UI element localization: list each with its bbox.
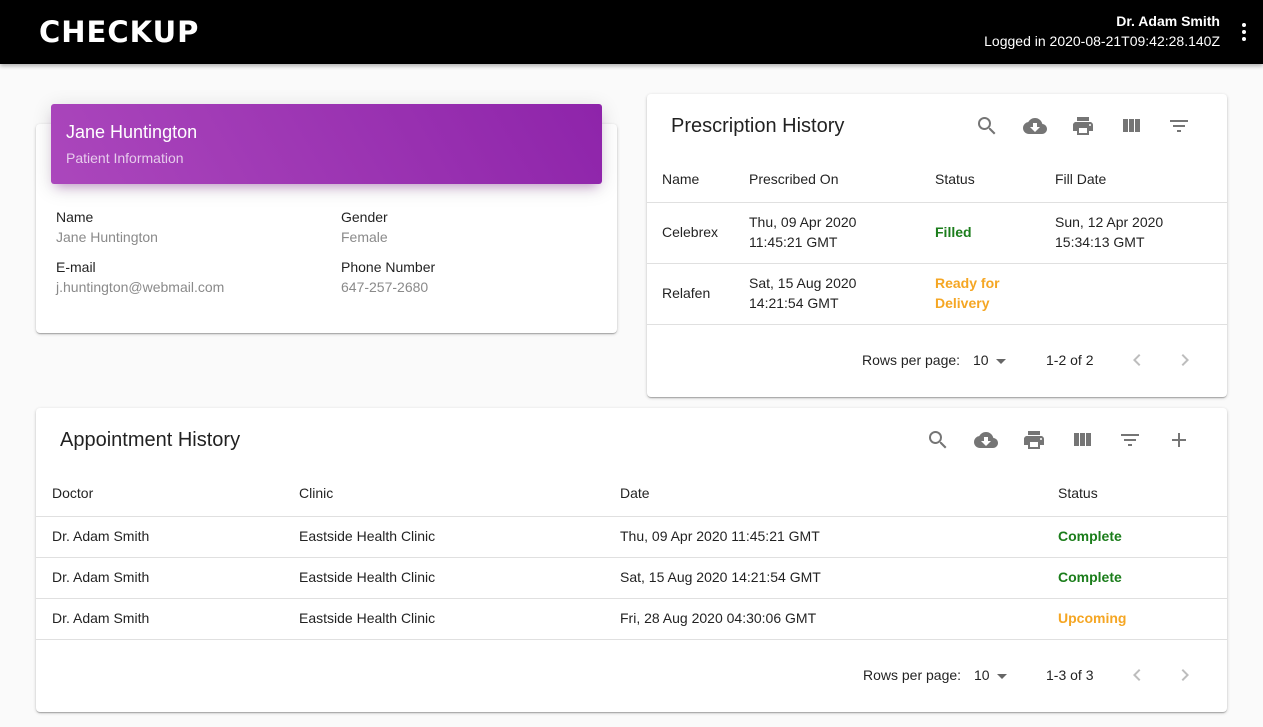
- field-value: Jane Huntington: [56, 229, 158, 245]
- pagination-range: 1-3 of 3: [1046, 667, 1094, 683]
- column-header-status[interactable]: Status: [1058, 485, 1098, 501]
- user-name: Dr. Adam Smith: [1116, 13, 1220, 29]
- add-icon[interactable]: [1167, 428, 1191, 452]
- chevron-right-icon[interactable]: [1173, 663, 1197, 687]
- chevron-down-icon: [996, 359, 1006, 364]
- divider: [647, 202, 1227, 203]
- column-header-clinic[interactable]: Clinic: [299, 485, 333, 501]
- chevron-right-icon[interactable]: [1173, 348, 1197, 372]
- field-value: Female: [341, 229, 388, 245]
- cell-prescribed-time: 11:45:21 GMT: [749, 234, 838, 250]
- status-badge: Upcoming: [1058, 610, 1127, 626]
- cell-fill-date: Sun, 12 Apr 2020: [1055, 214, 1164, 230]
- cell-prescribed-date: Thu, 09 Apr 2020: [749, 214, 857, 230]
- cloud-download-icon[interactable]: [974, 428, 998, 452]
- column-header-name[interactable]: Name: [662, 171, 699, 187]
- column-header-doctor[interactable]: Doctor: [52, 485, 93, 501]
- filter-list-icon[interactable]: [1118, 428, 1142, 452]
- status-badge-line2: Delivery: [935, 295, 990, 311]
- search-icon[interactable]: [926, 428, 950, 452]
- patient-name-field: Name Jane Huntington: [56, 207, 158, 247]
- rows-per-page-label: Rows per page:: [863, 667, 962, 683]
- status-badge: Complete: [1058, 528, 1122, 544]
- field-label: Phone Number: [341, 259, 436, 275]
- field-label: Gender: [341, 209, 388, 225]
- divider: [36, 639, 1227, 640]
- cell-clinic: Eastside Health Clinic: [299, 528, 436, 544]
- divider: [36, 598, 1227, 599]
- divider: [36, 557, 1227, 558]
- view-column-icon[interactable]: [1119, 114, 1143, 138]
- rows-per-page-value: 10: [973, 352, 989, 368]
- cell-name: Celebrex: [662, 224, 719, 240]
- rows-per-page-select[interactable]: 10: [973, 352, 1009, 372]
- filter-list-icon[interactable]: [1167, 114, 1191, 138]
- pagination-range: 1-2 of 2: [1046, 352, 1094, 368]
- app-logo: CHECKUP: [39, 15, 200, 49]
- chevron-left-icon[interactable]: [1125, 348, 1149, 372]
- cell-name: Relafen: [662, 285, 711, 301]
- column-header-fill-date[interactable]: Fill Date: [1055, 171, 1106, 187]
- patient-name-title: Jane Huntington: [66, 122, 198, 142]
- column-header-date[interactable]: Date: [620, 485, 650, 501]
- chevron-left-icon[interactable]: [1125, 663, 1149, 687]
- prescription-history-card: Prescription History Name Prescribed On …: [647, 94, 1227, 397]
- appointment-history-card: Appointment History Doctor Clinic Date S…: [36, 408, 1227, 712]
- field-label: E-mail: [56, 259, 96, 275]
- rows-per-page-label: Rows per page:: [862, 352, 961, 368]
- cell-doctor: Dr. Adam Smith: [52, 528, 150, 544]
- view-column-icon[interactable]: [1070, 428, 1094, 452]
- cell-date: Sat, 15 Aug 2020 14:21:54 GMT: [620, 569, 821, 585]
- chevron-down-icon: [997, 674, 1007, 679]
- cell-doctor: Dr. Adam Smith: [52, 610, 150, 626]
- patient-phone-field: Phone Number 647-257-2680: [341, 257, 435, 297]
- divider: [36, 516, 1227, 517]
- print-icon[interactable]: [1022, 428, 1046, 452]
- status-badge: Complete: [1058, 569, 1122, 585]
- cell-clinic: Eastside Health Clinic: [299, 610, 436, 626]
- field-label: Name: [56, 209, 94, 225]
- prescription-table-title: Prescription History: [671, 115, 845, 137]
- divider: [647, 263, 1227, 264]
- patient-email-field: E-mail j.huntington@webmail.com: [56, 257, 224, 297]
- field-value: 647-257-2680: [341, 279, 429, 295]
- cell-date: Thu, 09 Apr 2020 11:45:21 GMT: [620, 528, 820, 544]
- cell-prescribed-time: 14:21:54 GMT: [749, 295, 839, 311]
- cell-fill-time: 15:34:13 GMT: [1055, 234, 1145, 250]
- print-icon[interactable]: [1071, 114, 1095, 138]
- rows-per-page-value: 10: [974, 667, 990, 683]
- patient-card-header: Jane Huntington Patient Information: [51, 104, 602, 184]
- rows-per-page-select[interactable]: 10: [974, 667, 1010, 687]
- column-header-status[interactable]: Status: [935, 171, 975, 187]
- appointment-table-title: Appointment History: [60, 429, 241, 451]
- patient-card-subtitle: Patient Information: [66, 150, 184, 166]
- search-icon[interactable]: [975, 114, 999, 138]
- divider: [647, 324, 1227, 325]
- cloud-download-icon[interactable]: [1023, 114, 1047, 138]
- login-timestamp: Logged in 2020-08-21T09:42:28.140Z: [984, 33, 1220, 49]
- patient-gender-field: Gender Female: [341, 207, 388, 247]
- cell-doctor: Dr. Adam Smith: [52, 569, 150, 585]
- status-badge: Filled: [935, 224, 972, 240]
- status-badge: Ready for: [935, 275, 1000, 291]
- more-vert-icon[interactable]: [1234, 18, 1254, 46]
- cell-clinic: Eastside Health Clinic: [299, 569, 436, 585]
- cell-prescribed-date: Sat, 15 Aug 2020: [749, 275, 857, 291]
- column-header-prescribed-on[interactable]: Prescribed On: [749, 171, 838, 187]
- app-bar: CHECKUP Dr. Adam Smith Logged in 2020-08…: [0, 0, 1263, 64]
- cell-date: Fri, 28 Aug 2020 04:30:06 GMT: [620, 610, 817, 626]
- field-value: j.huntington@webmail.com: [56, 279, 225, 295]
